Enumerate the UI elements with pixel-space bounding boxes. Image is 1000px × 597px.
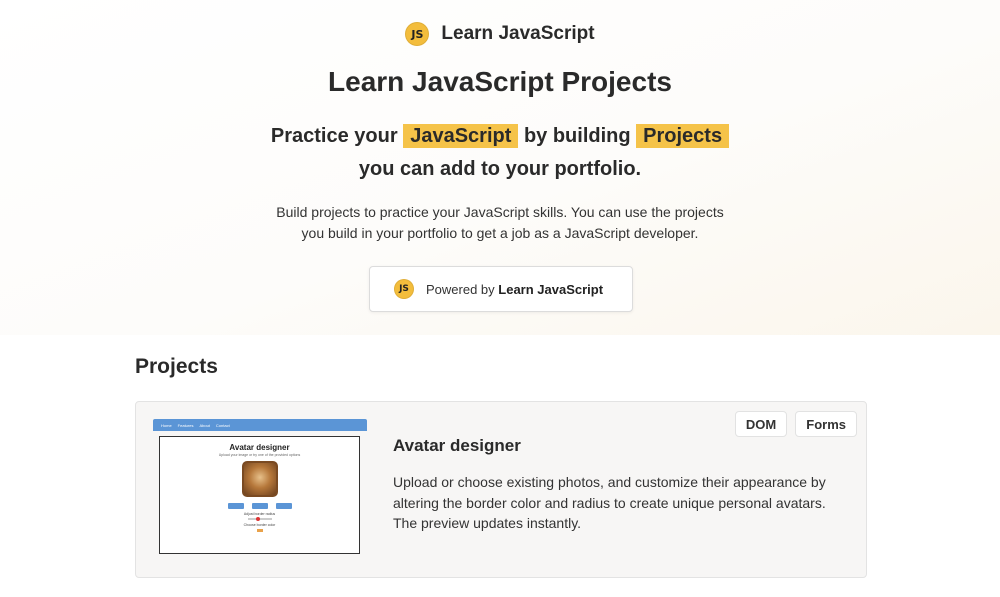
- highlight-projects: Projects: [636, 124, 730, 148]
- cat-photo-image: [241, 461, 278, 497]
- thumbnail-nav-item: Contact: [215, 422, 230, 428]
- tagline-line1: Practice your JavaScript by building Pro…: [0, 120, 1000, 153]
- thumbnail-nav-item: Home: [161, 422, 172, 428]
- hero-section: JS Learn JavaScript Learn JavaScript Pro…: [0, 0, 1000, 335]
- powered-by-button[interactable]: JS Powered by Learn JavaScript: [369, 266, 633, 312]
- powered-by-name: Learn JavaScript: [498, 281, 604, 297]
- tagline: Practice your JavaScript by building Pro…: [0, 120, 1000, 186]
- projects-heading: Projects: [135, 355, 218, 378]
- powered-by-label: Powered by Learn JavaScript: [426, 282, 603, 297]
- js-logo-icon: JS: [405, 22, 430, 46]
- tagline-text: Practice your: [270, 125, 398, 147]
- intro-line: you build in your portfolio to get a job…: [301, 225, 699, 241]
- brand-name: Learn JavaScript: [441, 23, 595, 44]
- thumbnail-slider: [247, 517, 272, 521]
- js-logo-icon: JS: [394, 279, 414, 299]
- thumbnail-image-button: [275, 503, 292, 509]
- tagline-text: by building: [523, 125, 631, 147]
- project-card[interactable]: Home Features About Contact Avatar desig…: [135, 401, 867, 578]
- tag-forms[interactable]: Forms: [795, 411, 857, 437]
- project-description: Upload or choose existing photos, and cu…: [393, 474, 826, 531]
- thumbnail-image-button: [227, 503, 244, 509]
- highlight-javascript: JavaScript: [403, 124, 519, 148]
- tag-list: DOM Forms: [734, 411, 857, 437]
- project-thumbnail[interactable]: Home Features About Contact Avatar desig…: [153, 419, 367, 559]
- thumbnail-nav: Home Features About Contact: [153, 419, 367, 431]
- thumbnail-subtitle: Upload your image or try one of the prov…: [218, 453, 301, 457]
- project-title[interactable]: Avatar designer: [393, 436, 521, 456]
- tag-dom[interactable]: DOM: [734, 411, 788, 437]
- page-title: Learn JavaScript Projects: [328, 66, 672, 97]
- thumbnail-nav-item: Features: [177, 422, 194, 428]
- brand[interactable]: JS Learn JavaScript: [0, 22, 1000, 46]
- powered-by-prefix: Powered by: [426, 281, 495, 297]
- intro-text: Build projects to practice your JavaScri…: [250, 202, 750, 244]
- thumbnail-image-button: [251, 503, 268, 509]
- thumbnail-color-swatch: [256, 529, 263, 532]
- thumbnail-nav-item: About: [199, 422, 210, 428]
- thumbnail-radius-label: Adjust border radius: [243, 512, 276, 516]
- thumbnail-buttons: [160, 503, 359, 509]
- thumbnail-preview: Avatar designer Upload your image or try…: [159, 436, 360, 554]
- thumbnail-color-label: Choose border color: [243, 523, 276, 527]
- thumbnail-title: Avatar designer: [229, 443, 290, 452]
- tagline-line2: you can add to your portfolio.: [358, 158, 642, 180]
- intro-line: Build projects to practice your JavaScri…: [276, 204, 724, 220]
